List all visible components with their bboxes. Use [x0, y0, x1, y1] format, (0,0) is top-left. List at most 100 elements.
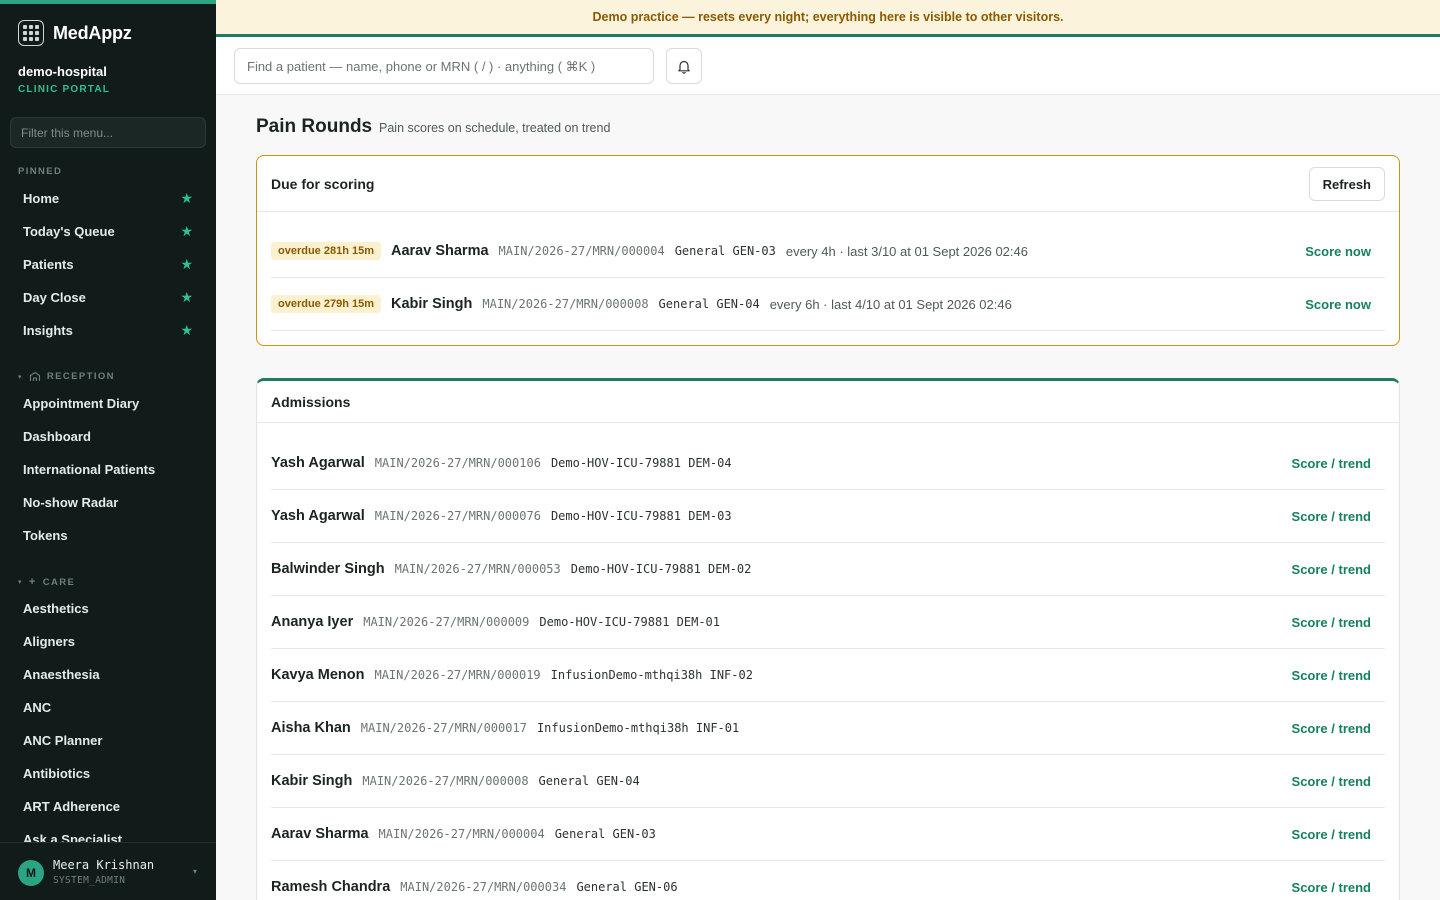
- user-role: SYSTEM_ADMIN: [53, 875, 126, 886]
- page-subtitle: Pain scores on schedule, treated on tren…: [379, 121, 611, 135]
- admission-row: Yash Agarwal MAIN/2026-27/MRN/000076 Dem…: [271, 490, 1385, 543]
- star-icon[interactable]: ★: [180, 322, 193, 339]
- sidebar-item-label: Anaesthesia: [23, 666, 100, 682]
- score-trend-link[interactable]: Score / trend: [1292, 615, 1371, 630]
- patient-bed: General GEN-03: [674, 244, 776, 258]
- sidebar-item-todays-queue[interactable]: Today's Queue ★: [10, 216, 206, 246]
- patient-name[interactable]: Kavya Menon: [271, 667, 364, 683]
- score-schedule: every 4h · last 3/10 at 01 Sept 2026 02:…: [785, 243, 1028, 259]
- patient-mrn: MAIN/2026-27/MRN/000017: [360, 721, 527, 735]
- star-icon[interactable]: ★: [180, 190, 193, 207]
- sidebar-item-anaesthesia[interactable]: Anaesthesia: [10, 659, 206, 689]
- patient-name[interactable]: Aarav Sharma: [391, 243, 489, 259]
- sidebar-item-dashboard[interactable]: Dashboard: [10, 421, 206, 451]
- sidebar-item-label: Appointment Diary: [23, 395, 140, 411]
- admission-row: Ananya Iyer MAIN/2026-27/MRN/000009 Demo…: [271, 596, 1385, 649]
- card-title: Admissions: [271, 394, 351, 410]
- score-now-link[interactable]: Score now: [1305, 297, 1371, 312]
- pinned-section-label: PINNED: [18, 166, 62, 177]
- patient-mrn: MAIN/2026-27/MRN/000009: [363, 615, 530, 629]
- score-schedule: every 6h · last 4/10 at 01 Sept 2026 02:…: [769, 296, 1012, 312]
- page-title: Pain Rounds: [256, 116, 373, 137]
- admission-row: Ramesh Chandra MAIN/2026-27/MRN/000034 G…: [271, 861, 1385, 900]
- sidebar-item-insights[interactable]: Insights ★: [10, 315, 206, 345]
- overdue-badge: overdue 281h 15m: [271, 242, 381, 260]
- patient-name[interactable]: Balwinder Singh: [271, 561, 385, 577]
- score-trend-link[interactable]: Score / trend: [1292, 774, 1371, 789]
- sidebar-item-label: Dashboard: [23, 428, 91, 444]
- patient-bed: InfusionDemo-mthqi38h INF-02: [550, 668, 753, 682]
- patient-name[interactable]: Yash Agarwal: [271, 508, 365, 524]
- user-menu[interactable]: M Meera Krishnan SYSTEM_ADMIN ▾: [0, 842, 216, 900]
- due-for-scoring-card: Due for scoring Refresh overdue 281h 15m…: [256, 155, 1400, 346]
- patient-name[interactable]: Kabir Singh: [391, 296, 472, 312]
- patient-name[interactable]: Ananya Iyer: [271, 614, 353, 630]
- sidebar-item-aesthetics[interactable]: Aesthetics: [10, 593, 206, 623]
- brand-name: MedAppz: [53, 22, 132, 43]
- patient-name[interactable]: Aarav Sharma: [271, 826, 369, 842]
- score-trend-link[interactable]: Score / trend: [1292, 880, 1371, 895]
- sidebar-item-tokens[interactable]: Tokens: [10, 520, 206, 550]
- sidebar-item-art-adherence[interactable]: ART Adherence: [10, 791, 206, 821]
- card-title: Due for scoring: [271, 176, 375, 192]
- sidebar-item-label: Antibiotics: [23, 765, 91, 781]
- care-label-text: CARE: [42, 576, 76, 588]
- patient-search-input[interactable]: [234, 48, 654, 84]
- patient-bed: General GEN-06: [576, 880, 678, 894]
- sidebar-item-anc[interactable]: ANC: [10, 692, 206, 722]
- score-trend-link[interactable]: Score / trend: [1292, 827, 1371, 842]
- refresh-button[interactable]: Refresh: [1308, 167, 1385, 201]
- sidebar-item-no-show-radar[interactable]: No-show Radar: [10, 487, 206, 517]
- caret-down-icon: ▾: [18, 373, 23, 381]
- sidebar: MedAppz demo-hospital CLINIC PORTAL PINN…: [0, 0, 216, 900]
- sidebar-item-day-close[interactable]: Day Close ★: [10, 282, 206, 312]
- star-icon[interactable]: ★: [180, 256, 193, 273]
- star-icon[interactable]: ★: [180, 223, 193, 240]
- star-icon[interactable]: ★: [180, 289, 193, 306]
- sidebar-item-antibiotics[interactable]: Antibiotics: [10, 758, 206, 788]
- sidebar-scroll-area[interactable]: Appointment Diary Dashboard Internationa…: [0, 384, 216, 845]
- chevron-down-icon[interactable]: ▾: [193, 867, 197, 876]
- menu-filter-input[interactable]: [10, 117, 206, 148]
- sidebar-item-ask-a-specialist[interactable]: Ask a Specialist: [10, 824, 206, 845]
- bell-icon: [678, 60, 690, 74]
- sidebar-item-label: Insights: [23, 322, 73, 338]
- sidebar-item-patients[interactable]: Patients ★: [10, 249, 206, 279]
- admission-row: Kavya Menon MAIN/2026-27/MRN/000019 Infu…: [271, 649, 1385, 702]
- sidebar-item-label: Patients: [23, 256, 74, 272]
- admission-row: Aarav Sharma MAIN/2026-27/MRN/000004 Gen…: [271, 808, 1385, 861]
- sidebar-item-anc-planner[interactable]: ANC Planner: [10, 725, 206, 755]
- sidebar-item-label: ANC Planner: [23, 732, 103, 748]
- care-section-toggle[interactable]: ▾ + CARE: [18, 576, 75, 588]
- patient-name[interactable]: Kabir Singh: [271, 773, 352, 789]
- sidebar-item-aligners[interactable]: Aligners: [10, 626, 206, 656]
- patient-mrn: MAIN/2026-27/MRN/000008: [362, 774, 529, 788]
- patient-name[interactable]: Yash Agarwal: [271, 455, 365, 471]
- score-trend-link[interactable]: Score / trend: [1292, 721, 1371, 736]
- patient-name[interactable]: Aisha Khan: [271, 720, 351, 736]
- reception-section-toggle[interactable]: ▾ RECEPTION: [18, 371, 115, 382]
- sidebar-item-label: International Patients: [23, 461, 156, 477]
- patient-name[interactable]: Ramesh Chandra: [271, 879, 390, 895]
- score-now-link[interactable]: Score now: [1305, 244, 1371, 259]
- sidebar-item-home[interactable]: Home ★: [10, 183, 206, 213]
- sidebar-item-appointment-diary[interactable]: Appointment Diary: [10, 388, 206, 418]
- user-name: Meera Krishnan: [53, 858, 155, 872]
- score-trend-link[interactable]: Score / trend: [1292, 509, 1371, 524]
- brand[interactable]: MedAppz: [18, 20, 132, 46]
- score-trend-link[interactable]: Score / trend: [1292, 668, 1371, 683]
- patient-mrn: MAIN/2026-27/MRN/000053: [394, 562, 561, 576]
- sidebar-item-label: ANC: [23, 699, 52, 715]
- score-trend-link[interactable]: Score / trend: [1292, 562, 1371, 577]
- sidebar-item-label: Tokens: [23, 527, 68, 543]
- sidebar-item-label: Aesthetics: [23, 600, 89, 616]
- admission-row: Balwinder Singh MAIN/2026-27/MRN/000053 …: [271, 543, 1385, 596]
- due-row: overdue 279h 15m Kabir Singh MAIN/2026-2…: [271, 278, 1385, 331]
- patient-mrn: MAIN/2026-27/MRN/000004: [498, 244, 665, 258]
- patient-bed: Demo-HOV-ICU-79881 DEM-02: [570, 562, 752, 576]
- card-header: Admissions: [257, 381, 1399, 423]
- notifications-button[interactable]: [666, 48, 702, 84]
- patient-bed: General GEN-03: [554, 827, 656, 841]
- score-trend-link[interactable]: Score / trend: [1292, 456, 1371, 471]
- sidebar-item-international-patients[interactable]: International Patients: [10, 454, 206, 484]
